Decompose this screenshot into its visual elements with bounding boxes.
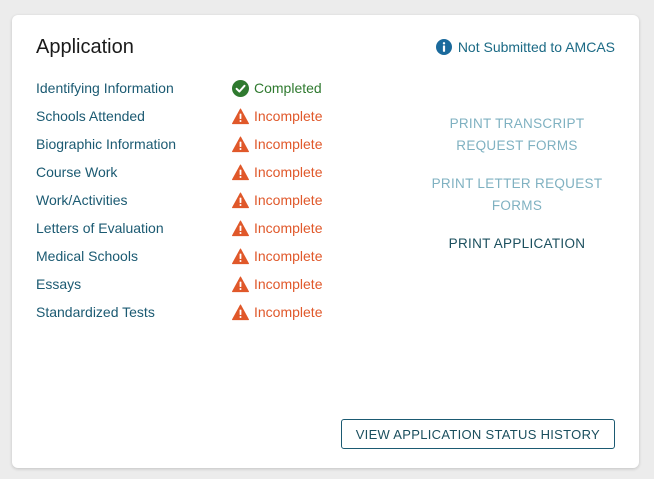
print-application-link[interactable]: PRINT APPLICATION — [422, 233, 612, 255]
section-link[interactable]: Standardized Tests — [36, 304, 232, 320]
section-status: Incomplete — [232, 108, 322, 125]
warning-icon — [232, 304, 249, 320]
section-status-text: Incomplete — [254, 164, 323, 180]
section-status-text: Incomplete — [254, 304, 323, 320]
section-row: Schools Attended Incomplete — [36, 102, 322, 130]
section-status: Incomplete — [232, 248, 322, 265]
section-link[interactable]: Letters of Evaluation — [36, 220, 232, 236]
section-row: Biographic Information Incomplete — [36, 130, 322, 158]
warning-icon — [232, 108, 249, 124]
application-card: Application Not Submitted to AMCAS Ident… — [12, 15, 639, 468]
section-status-text: Completed — [254, 80, 322, 96]
section-status: Incomplete — [232, 220, 322, 237]
warning-icon — [232, 164, 249, 180]
check-circle-icon — [232, 79, 249, 97]
card-title: Application — [36, 36, 134, 58]
section-row: Identifying Information Completed — [36, 74, 322, 102]
info-icon — [435, 39, 452, 55]
warning-icon — [232, 136, 249, 152]
warning-icon — [232, 220, 249, 236]
view-status-history-button[interactable]: VIEW APPLICATION STATUS HISTORY — [340, 419, 615, 449]
section-link[interactable]: Essays — [36, 276, 232, 292]
section-link[interactable]: Biographic Information — [36, 136, 232, 152]
section-status-text: Incomplete — [254, 276, 323, 292]
section-link[interactable]: Work/Activities — [36, 192, 232, 208]
warning-icon — [232, 192, 249, 208]
section-list: Identifying Information Completed Schools … — [36, 74, 322, 326]
warning-icon — [232, 276, 249, 292]
section-link[interactable]: Identifying Information — [36, 80, 232, 96]
section-status: Incomplete — [232, 304, 322, 321]
section-link[interactable]: Medical Schools — [36, 248, 232, 264]
warning-icon — [232, 248, 249, 264]
section-row: Standardized Tests Incomplete — [36, 298, 322, 326]
section-row: Letters of Evaluation Incomplete — [36, 214, 322, 242]
section-row: Work/Activities Incomplete — [36, 186, 322, 214]
section-row: Medical Schools Incomplete — [36, 242, 322, 270]
section-row: Course Work Incomplete — [36, 158, 322, 186]
section-status-text: Incomplete — [254, 248, 323, 264]
print-letter-link[interactable]: PRINT LETTER REQUEST FORMS — [422, 173, 612, 217]
section-link[interactable]: Course Work — [36, 164, 232, 180]
section-status: Completed — [232, 79, 322, 97]
section-status: Incomplete — [232, 276, 322, 293]
section-status: Incomplete — [232, 164, 322, 181]
section-status-text: Incomplete — [254, 192, 323, 208]
section-status: Incomplete — [232, 136, 322, 153]
section-status-text: Incomplete — [254, 136, 323, 152]
print-transcript-link[interactable]: PRINT TRANSCRIPT REQUEST FORMS — [422, 113, 612, 157]
section-status-text: Incomplete — [254, 108, 323, 124]
submission-status-text: Not Submitted to AMCAS — [457, 39, 615, 55]
section-link[interactable]: Schools Attended — [36, 108, 232, 124]
section-row: Essays Incomplete — [36, 270, 322, 298]
section-status-text: Incomplete — [254, 220, 323, 236]
section-status: Incomplete — [232, 192, 322, 209]
submission-status: Not Submitted to AMCAS — [435, 39, 615, 55]
print-actions: PRINT TRANSCRIPT REQUEST FORMS PRINT LET… — [422, 113, 612, 271]
